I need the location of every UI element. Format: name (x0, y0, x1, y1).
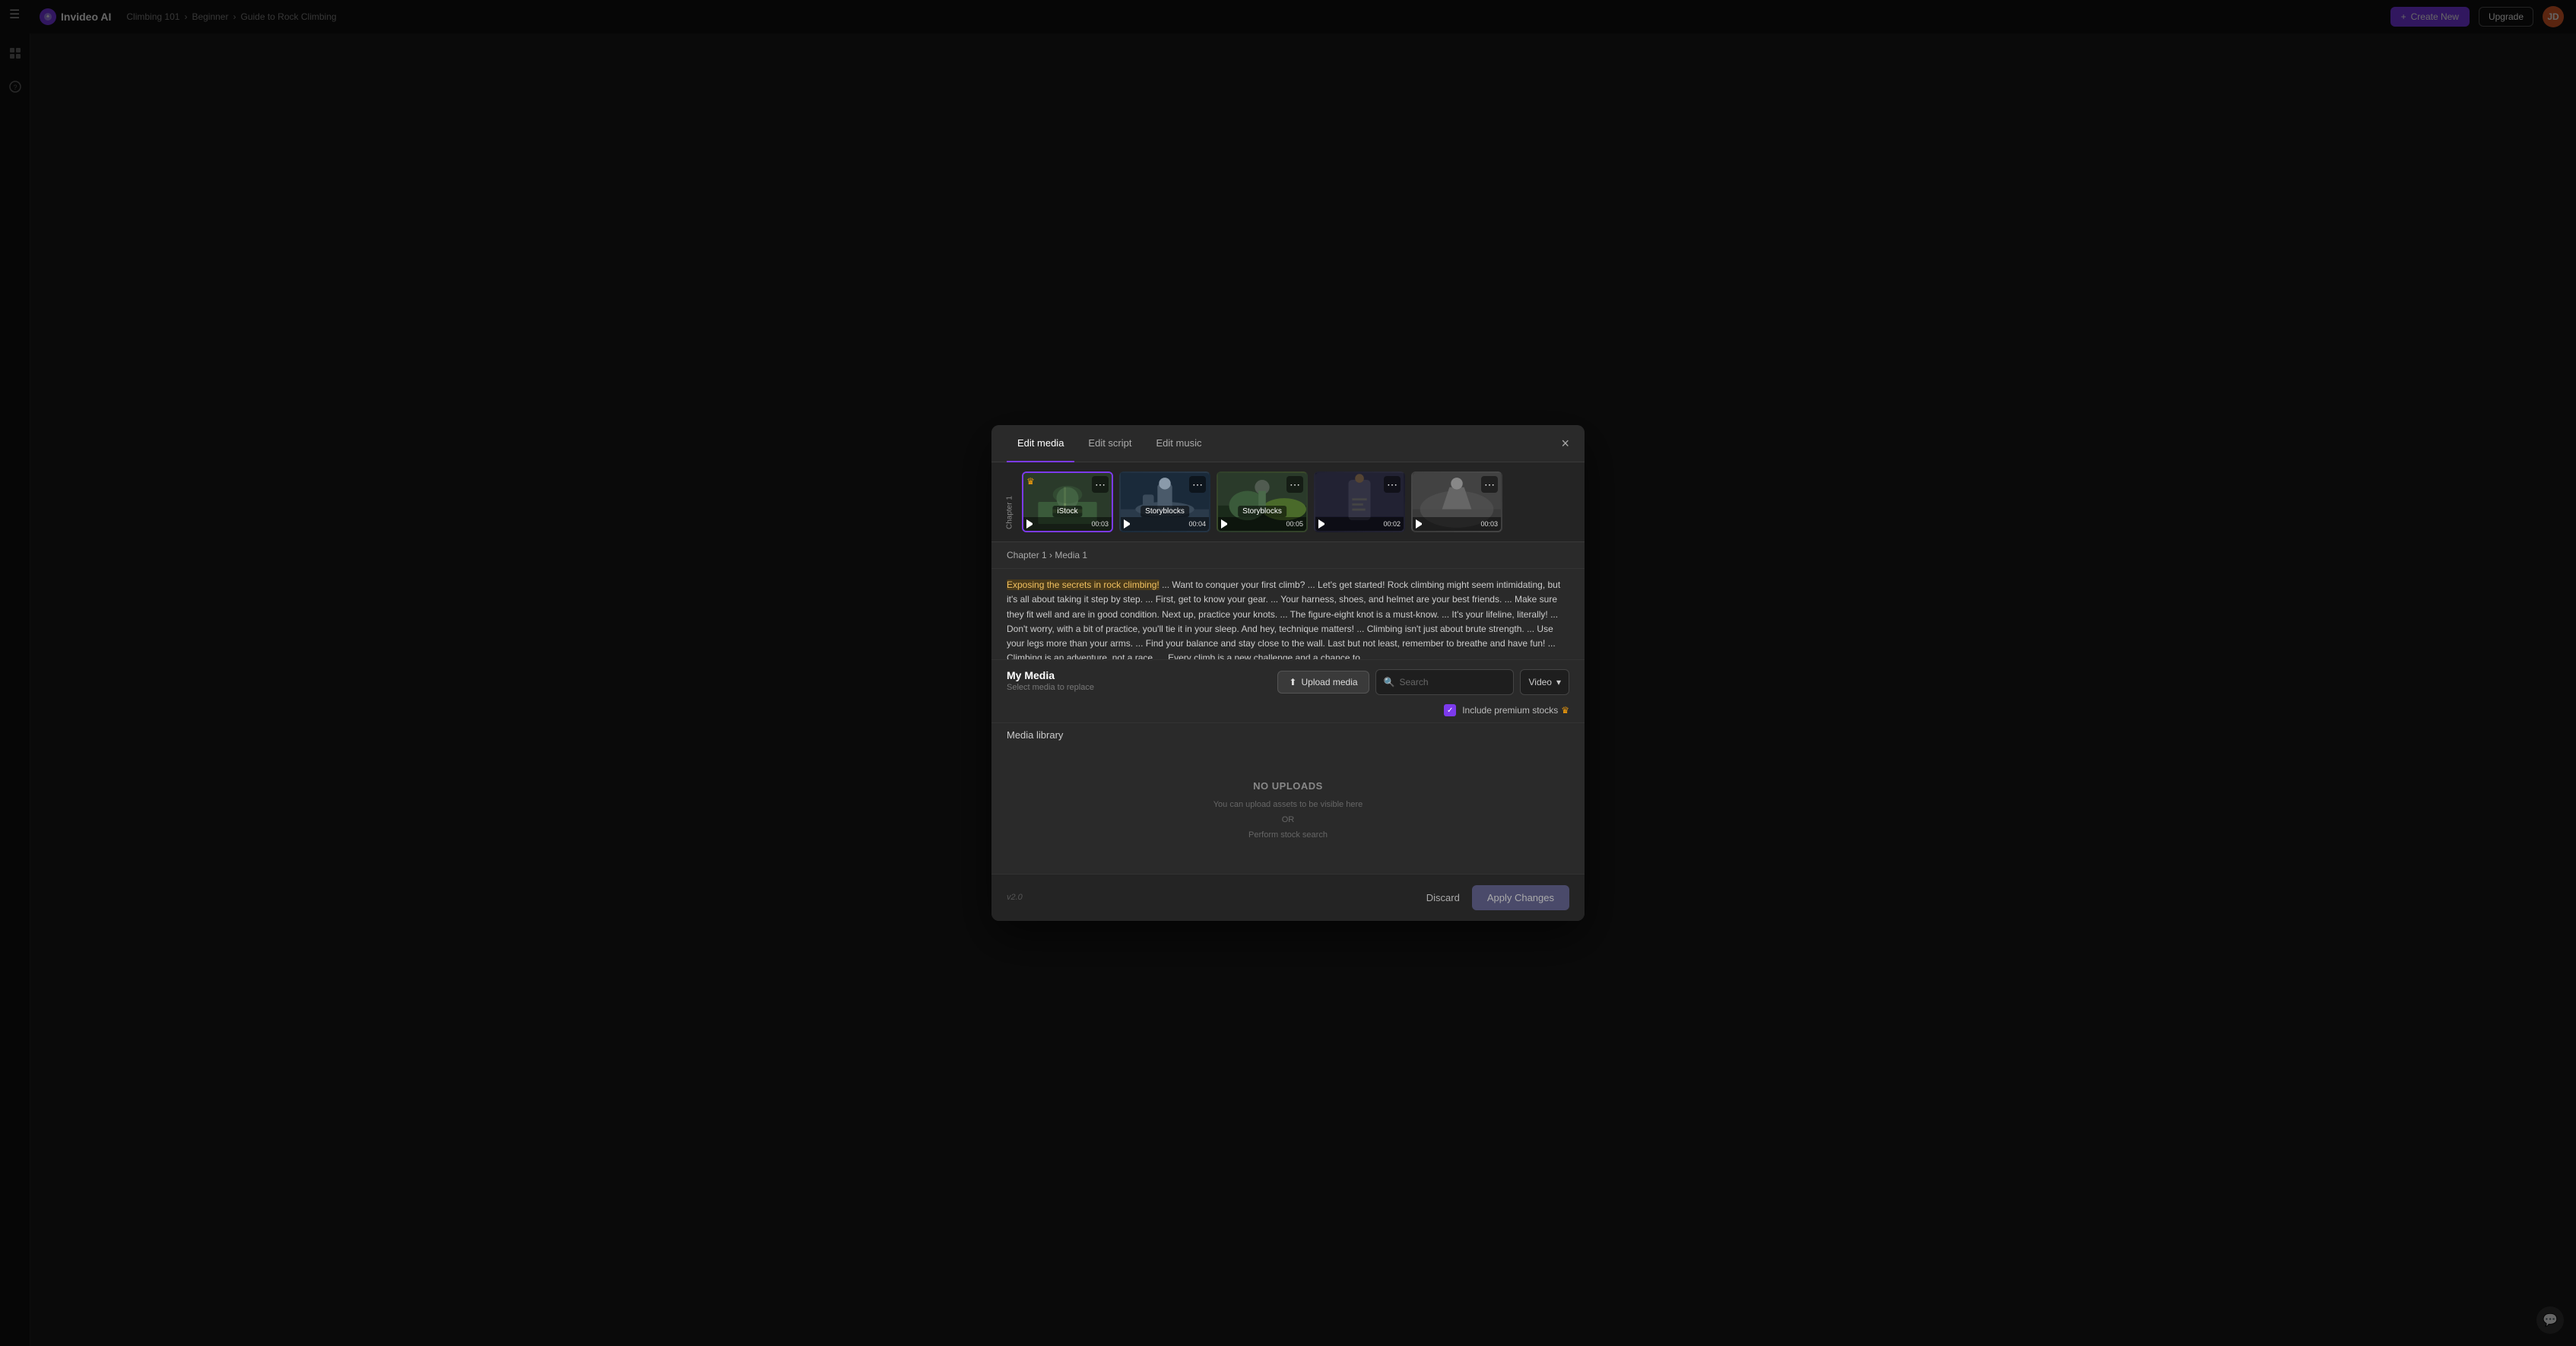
clip-play-bar: 00:03 (1413, 517, 1501, 531)
script-highlight: Exposing the secrets in rock climbing! (1007, 579, 1160, 590)
version-label: v2.0 (1007, 893, 1023, 902)
edit-media-modal: Edit media Edit script Edit music × Chap… (991, 425, 1585, 920)
clip-more-button[interactable]: ⋯ (1189, 476, 1206, 493)
my-media-subtitle: Select media to replace (1007, 683, 1094, 692)
clip-item[interactable]: ♛ ⋯ iStock 00:03 (1022, 471, 1113, 532)
search-box: 🔍 (1375, 669, 1515, 695)
play-icon (1416, 519, 1425, 529)
modal-close-button[interactable]: × (1558, 433, 1572, 453)
search-icon: 🔍 (1384, 677, 1395, 687)
modal-inner-breadcrumb: Chapter 1 › Media 1 (991, 542, 1585, 569)
include-premium-checkbox[interactable]: ✓ (1444, 704, 1456, 716)
clip-item[interactable]: ⋯ Storyblocks 00:04 (1119, 471, 1210, 532)
clip-source-label: Storyblocks (1238, 506, 1286, 517)
clip-play-bar: 00:03 (1023, 517, 1112, 531)
clip-overlay: ⋯ (1221, 476, 1303, 493)
clip-source-label: iStock (1052, 506, 1082, 517)
clip-overlay: ⋯ (1416, 476, 1498, 493)
premium-crown-icon: ♛ (1026, 476, 1035, 487)
script-section: Exposing the secrets in rock climbing! .… (991, 569, 1585, 660)
premium-row: ✓ Include premium stocks ♛ (991, 701, 1585, 722)
play-icon (1221, 519, 1230, 529)
my-media-left: My Media Select media to replace (1007, 669, 1094, 692)
search-input[interactable] (1399, 677, 1505, 687)
clip-more-button[interactable]: ⋯ (1092, 476, 1109, 493)
tab-edit-script[interactable]: Edit script (1077, 425, 1142, 462)
clip-source-label: Storyblocks (1140, 506, 1189, 517)
media-library-section: Media library (991, 722, 1585, 750)
media-library-title: Media library (1007, 729, 1569, 741)
script-body: ... Want to conquer your first climb? ..… (1007, 579, 1560, 660)
clip-play-bar: 00:04 (1121, 517, 1209, 531)
clip-duration: 00:03 (1480, 520, 1498, 528)
clip-play-bar: 00:02 (1315, 517, 1404, 531)
clip-item[interactable]: ⋯ 00:03 (1411, 471, 1502, 532)
upload-icon: ⬆ (1289, 677, 1296, 687)
clip-duration: 00:04 (1188, 520, 1206, 528)
clip-more-button[interactable]: ⋯ (1286, 476, 1303, 493)
clip-more-button[interactable]: ⋯ (1384, 476, 1401, 493)
play-icon (1318, 519, 1328, 529)
tab-edit-music[interactable]: Edit music (1146, 425, 1213, 462)
tab-edit-media[interactable]: Edit media (1007, 425, 1074, 462)
my-media-section: My Media Select media to replace ⬆ Uploa… (991, 660, 1585, 701)
clip-item[interactable]: ⋯ 00:02 (1314, 471, 1405, 532)
modal-footer: v2.0 Discard Apply Changes (991, 874, 1585, 921)
no-uploads-title: NO UPLOADS (1253, 780, 1323, 792)
no-uploads-area: NO UPLOADS You can upload assets to be v… (991, 750, 1585, 873)
play-icon (1026, 519, 1036, 529)
chapter-label: Chapter 1 (1004, 471, 1016, 532)
upload-media-button[interactable]: ⬆ Upload media (1277, 671, 1369, 694)
clip-duration: 00:03 (1091, 520, 1109, 528)
script-text: Exposing the secrets in rock climbing! .… (1007, 578, 1569, 660)
clip-duration: 00:02 (1383, 520, 1401, 528)
include-premium-label: Include premium stocks ♛ (1462, 705, 1569, 716)
media-controls: ⬆ Upload media 🔍 Video ▾ (1277, 669, 1569, 695)
my-media-title: My Media (1007, 669, 1094, 681)
clip-more-button[interactable]: ⋯ (1481, 476, 1498, 493)
clip-overlay: ⋯ (1124, 476, 1206, 493)
clip-play-bar: 00:05 (1218, 517, 1306, 531)
chevron-down-icon: ▾ (1556, 677, 1561, 687)
apply-changes-button[interactable]: Apply Changes (1472, 885, 1569, 910)
video-type-dropdown[interactable]: Video ▾ (1520, 669, 1569, 695)
modal-tabs: Edit media Edit script Edit music × (991, 425, 1585, 462)
play-icon (1124, 519, 1133, 529)
clip-item[interactable]: ⋯ Storyblocks 00:05 (1217, 471, 1308, 532)
modal-overlay: Edit media Edit script Edit music × Chap… (0, 0, 2576, 1346)
filmstrip: Chapter 1 ♛ ⋯ iStock (991, 462, 1585, 542)
discard-button[interactable]: Discard (1414, 886, 1472, 910)
premium-crown-icon: ♛ (1561, 705, 1569, 716)
clip-duration: 00:05 (1286, 520, 1303, 528)
clip-overlay: ⋯ (1318, 476, 1401, 493)
no-uploads-subtitle: You can upload assets to be visible here… (1213, 798, 1363, 843)
clip-overlay: ♛ ⋯ (1026, 476, 1109, 493)
